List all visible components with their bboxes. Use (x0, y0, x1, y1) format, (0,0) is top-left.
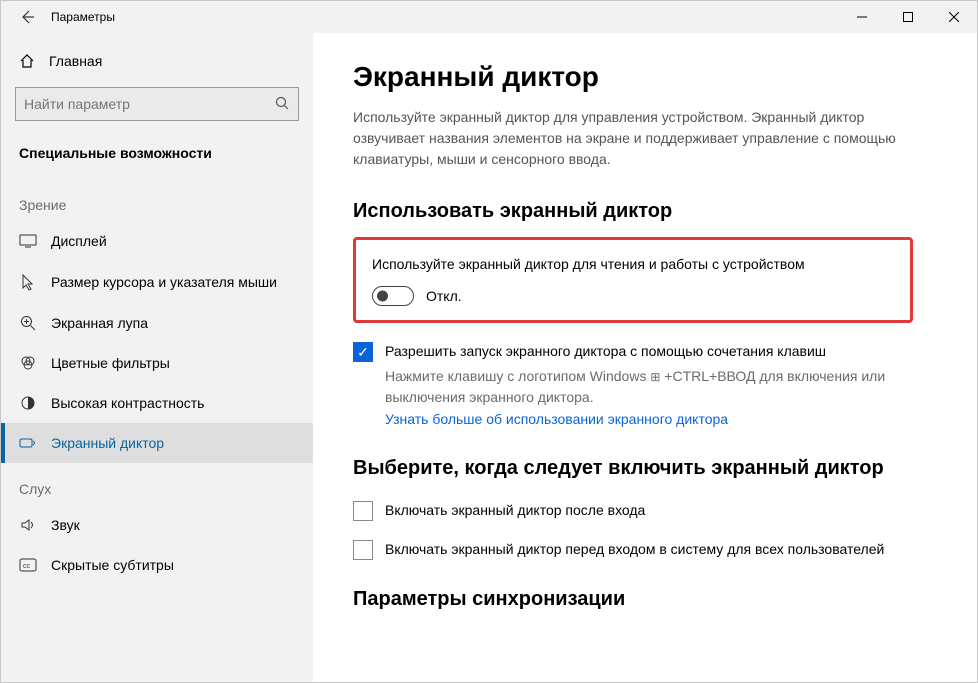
sidebar: Главная Специальные возможности Зрение Д… (1, 33, 313, 682)
nav-display[interactable]: Дисплей (1, 221, 313, 261)
search-box[interactable] (15, 87, 299, 121)
nav-label: Экранный диктор (51, 435, 164, 451)
checkbox-shortcut[interactable]: ✓ (353, 342, 373, 362)
search-input[interactable] (24, 96, 274, 112)
group-hearing: Слух (1, 463, 313, 505)
page-title: Экранный диктор (353, 61, 937, 93)
toggle-state: Откл. (426, 288, 462, 304)
checkbox-before-signin[interactable] (353, 540, 373, 560)
nav-cursor[interactable]: Размер курсора и указателя мыши (1, 261, 313, 303)
shortcut-helper: Нажмите клавишу с логотипом Windows ⊞ +C… (385, 366, 905, 407)
checkbox-shortcut-label: Разрешить запуск экранного диктора с пом… (385, 341, 826, 361)
color-filters-icon (19, 355, 37, 371)
checkbox-shortcut-row: ✓ Разрешить запуск экранного диктора с п… (353, 341, 913, 362)
narrator-toggle[interactable] (372, 286, 414, 306)
section-use-narrator: Использовать экранный диктор (353, 200, 937, 223)
checkbox-after-signin-row: Включать экранный диктор после входа (353, 500, 913, 521)
category-title: Специальные возможности (1, 135, 313, 179)
nav-label: Дисплей (51, 233, 107, 249)
minimize-icon (857, 12, 867, 22)
section-sync: Параметры синхронизации (353, 588, 937, 611)
nav-label: Высокая контрастность (51, 395, 204, 411)
home-icon (19, 53, 35, 69)
maximize-button[interactable] (885, 1, 931, 33)
minimize-button[interactable] (839, 1, 885, 33)
home-nav[interactable]: Главная (1, 43, 313, 79)
arrow-left-icon (19, 9, 35, 25)
window-title: Параметры (51, 10, 115, 24)
nav-label: Размер курсора и указателя мыши (51, 274, 277, 290)
checkbox-after-signin-label: Включать экранный диктор после входа (385, 500, 645, 520)
display-icon (19, 234, 37, 248)
cursor-icon (19, 273, 37, 291)
highlight-box: Используйте экранный диктор для чтения и… (353, 237, 913, 323)
nav-label: Экранная лупа (51, 315, 148, 331)
checkbox-before-signin-label: Включать экранный диктор перед входом в … (385, 539, 884, 559)
nav-label: Звук (51, 517, 80, 533)
nav-label: Цветные фильтры (51, 355, 170, 371)
nav-narrator[interactable]: Экранный диктор (1, 423, 313, 463)
titlebar: Параметры (1, 1, 977, 33)
sound-icon (19, 517, 37, 533)
close-icon (949, 12, 959, 22)
svg-text:cc: cc (23, 563, 31, 570)
nav-label: Скрытые субтитры (51, 557, 174, 573)
section-when: Выберите, когда следует включить экранны… (353, 455, 913, 482)
nav-colorfilters[interactable]: Цветные фильтры (1, 343, 313, 383)
contrast-icon (19, 395, 37, 411)
home-label: Главная (49, 53, 102, 69)
content-pane: Экранный диктор Используйте экранный дик… (313, 33, 977, 682)
nav-highcontrast[interactable]: Высокая контрастность (1, 383, 313, 423)
checkbox-after-signin[interactable] (353, 501, 373, 521)
maximize-icon (903, 12, 913, 22)
checkbox-before-signin-row: Включать экранный диктор перед входом в … (353, 539, 913, 560)
group-vision: Зрение (1, 179, 313, 221)
captions-icon: cc (19, 558, 37, 572)
back-button[interactable] (13, 3, 41, 31)
nav-sound[interactable]: Звук (1, 505, 313, 545)
learn-more-link[interactable]: Узнать больше об использовании экранного… (385, 411, 728, 427)
toggle-label: Используйте экранный диктор для чтения и… (372, 254, 894, 274)
magnifier-icon (19, 315, 37, 331)
narrator-icon (19, 436, 37, 450)
nav-magnifier[interactable]: Экранная лупа (1, 303, 313, 343)
page-description: Используйте экранный диктор для управлен… (353, 107, 913, 170)
windows-logo-icon: ⊞ (650, 370, 660, 384)
search-icon (274, 95, 290, 114)
close-button[interactable] (931, 1, 977, 33)
nav-captions[interactable]: cc Скрытые субтитры (1, 545, 313, 585)
